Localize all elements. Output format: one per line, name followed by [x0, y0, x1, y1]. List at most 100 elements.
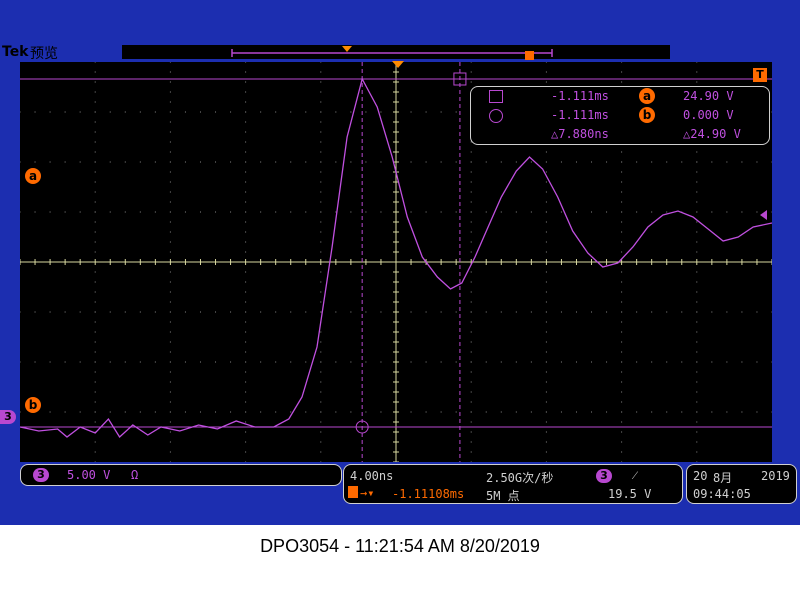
grid-dot — [545, 361, 547, 363]
grid-dot — [245, 191, 247, 193]
grid-dot — [666, 411, 668, 413]
grid-dot — [530, 411, 532, 413]
grid-dot — [169, 361, 171, 363]
grid-dot — [169, 371, 171, 373]
grid-dot — [696, 281, 698, 283]
grid-dot — [320, 341, 322, 343]
grid-dot — [485, 311, 487, 313]
grid-dot — [320, 201, 322, 203]
grid-dot — [169, 91, 171, 93]
grid-dot — [34, 211, 36, 213]
channel-3-scale: 5.00 V — [67, 468, 111, 482]
cursor-a-badge: a — [25, 168, 41, 184]
grid-dot — [320, 181, 322, 183]
trigger-position-marker[interactable]: T — [753, 68, 767, 82]
grid-dot — [275, 361, 277, 363]
grid-dot — [290, 361, 292, 363]
grid-dot — [335, 111, 337, 113]
grid-dot — [245, 281, 247, 283]
grid-dot — [470, 421, 472, 423]
grid-dot — [169, 341, 171, 343]
grid-dot — [591, 411, 593, 413]
grid-dot — [184, 311, 186, 313]
channel-3-ground-marker[interactable]: 3 — [0, 405, 16, 424]
grid-dot — [621, 171, 623, 173]
grid-dot — [49, 411, 51, 413]
grid-dot — [365, 111, 367, 113]
grid-dot — [335, 361, 337, 363]
channel-3-badge: 3 — [33, 468, 49, 482]
grid-dot — [184, 111, 186, 113]
trigger-time-arrow-icon[interactable] — [392, 61, 404, 68]
grid-dot — [696, 231, 698, 233]
grid-dot — [470, 461, 472, 463]
grid-dot — [621, 451, 623, 453]
grid-dot — [169, 111, 171, 113]
grid-dot — [470, 81, 472, 83]
record-length: 5M 点 — [486, 489, 520, 503]
grid-dot — [696, 341, 698, 343]
grid-dot — [109, 161, 111, 163]
grid-dot — [169, 241, 171, 243]
trigger-level-arrow-icon[interactable] — [760, 210, 767, 220]
grid-dot — [711, 211, 713, 213]
grid-dot — [245, 181, 247, 183]
grid-dot — [245, 131, 247, 133]
record-overview-bar[interactable] — [122, 45, 670, 60]
grid-dot — [169, 421, 171, 423]
grid-dot — [169, 351, 171, 353]
cursor-a-marker[interactable]: a — [25, 165, 41, 184]
grid-dot — [410, 211, 412, 213]
expansion-point-icon — [342, 46, 352, 52]
grid-dot — [470, 281, 472, 283]
grid-dot — [425, 161, 427, 163]
grid-dot — [696, 61, 698, 63]
cursor-a-square-icon — [489, 90, 503, 103]
grid-dot — [94, 321, 96, 323]
grid-dot — [771, 411, 773, 413]
grid-dot — [94, 181, 96, 183]
grid-dot — [726, 161, 728, 163]
grid-dot — [621, 221, 623, 223]
grid-dot — [245, 381, 247, 383]
grid-dot — [19, 111, 21, 113]
grid-dot — [606, 211, 608, 213]
cursor-b-voltage: 0.000 V — [683, 108, 734, 122]
grid-dot — [470, 411, 472, 413]
grid-dot — [711, 411, 713, 413]
channel-3-settings-box[interactable]: 3 5.00 V Ω — [20, 464, 342, 486]
grid-dot — [19, 411, 21, 413]
grid-dot — [64, 361, 66, 363]
grid-dot — [184, 211, 186, 213]
grid-dot — [320, 211, 322, 213]
grid-dot — [230, 411, 232, 413]
grid-dot — [49, 111, 51, 113]
grid-dot — [440, 211, 442, 213]
grid-dot — [245, 291, 247, 293]
grid-dot — [290, 311, 292, 313]
grid-dot — [94, 241, 96, 243]
grid-dot — [139, 161, 141, 163]
grid-dot — [94, 331, 96, 333]
grid-dot — [470, 241, 472, 243]
grid-dot — [320, 171, 322, 173]
grid-dot — [199, 161, 201, 163]
grid-dot — [455, 111, 457, 113]
grid-dot — [94, 371, 96, 373]
grid-dot — [290, 111, 292, 113]
grid-dot — [94, 271, 96, 273]
grid-dot — [470, 61, 472, 63]
grid-dot — [124, 361, 126, 363]
grid-dot — [545, 411, 547, 413]
grid-dot — [560, 361, 562, 363]
cursor-b-marker[interactable]: b — [25, 394, 41, 413]
grid-dot — [139, 361, 141, 363]
grid-dot — [94, 101, 96, 103]
grid-dot — [169, 131, 171, 133]
grid-dot — [696, 431, 698, 433]
timebase-trigger-box[interactable]: 4.00ns 2.50G次/秒 3 ⁄ →▾ -1.11108ms 5M 点 1… — [343, 464, 683, 504]
grid-dot — [380, 111, 382, 113]
grid-dot — [290, 411, 292, 413]
grid-dot — [545, 281, 547, 283]
grid-dot — [696, 221, 698, 223]
